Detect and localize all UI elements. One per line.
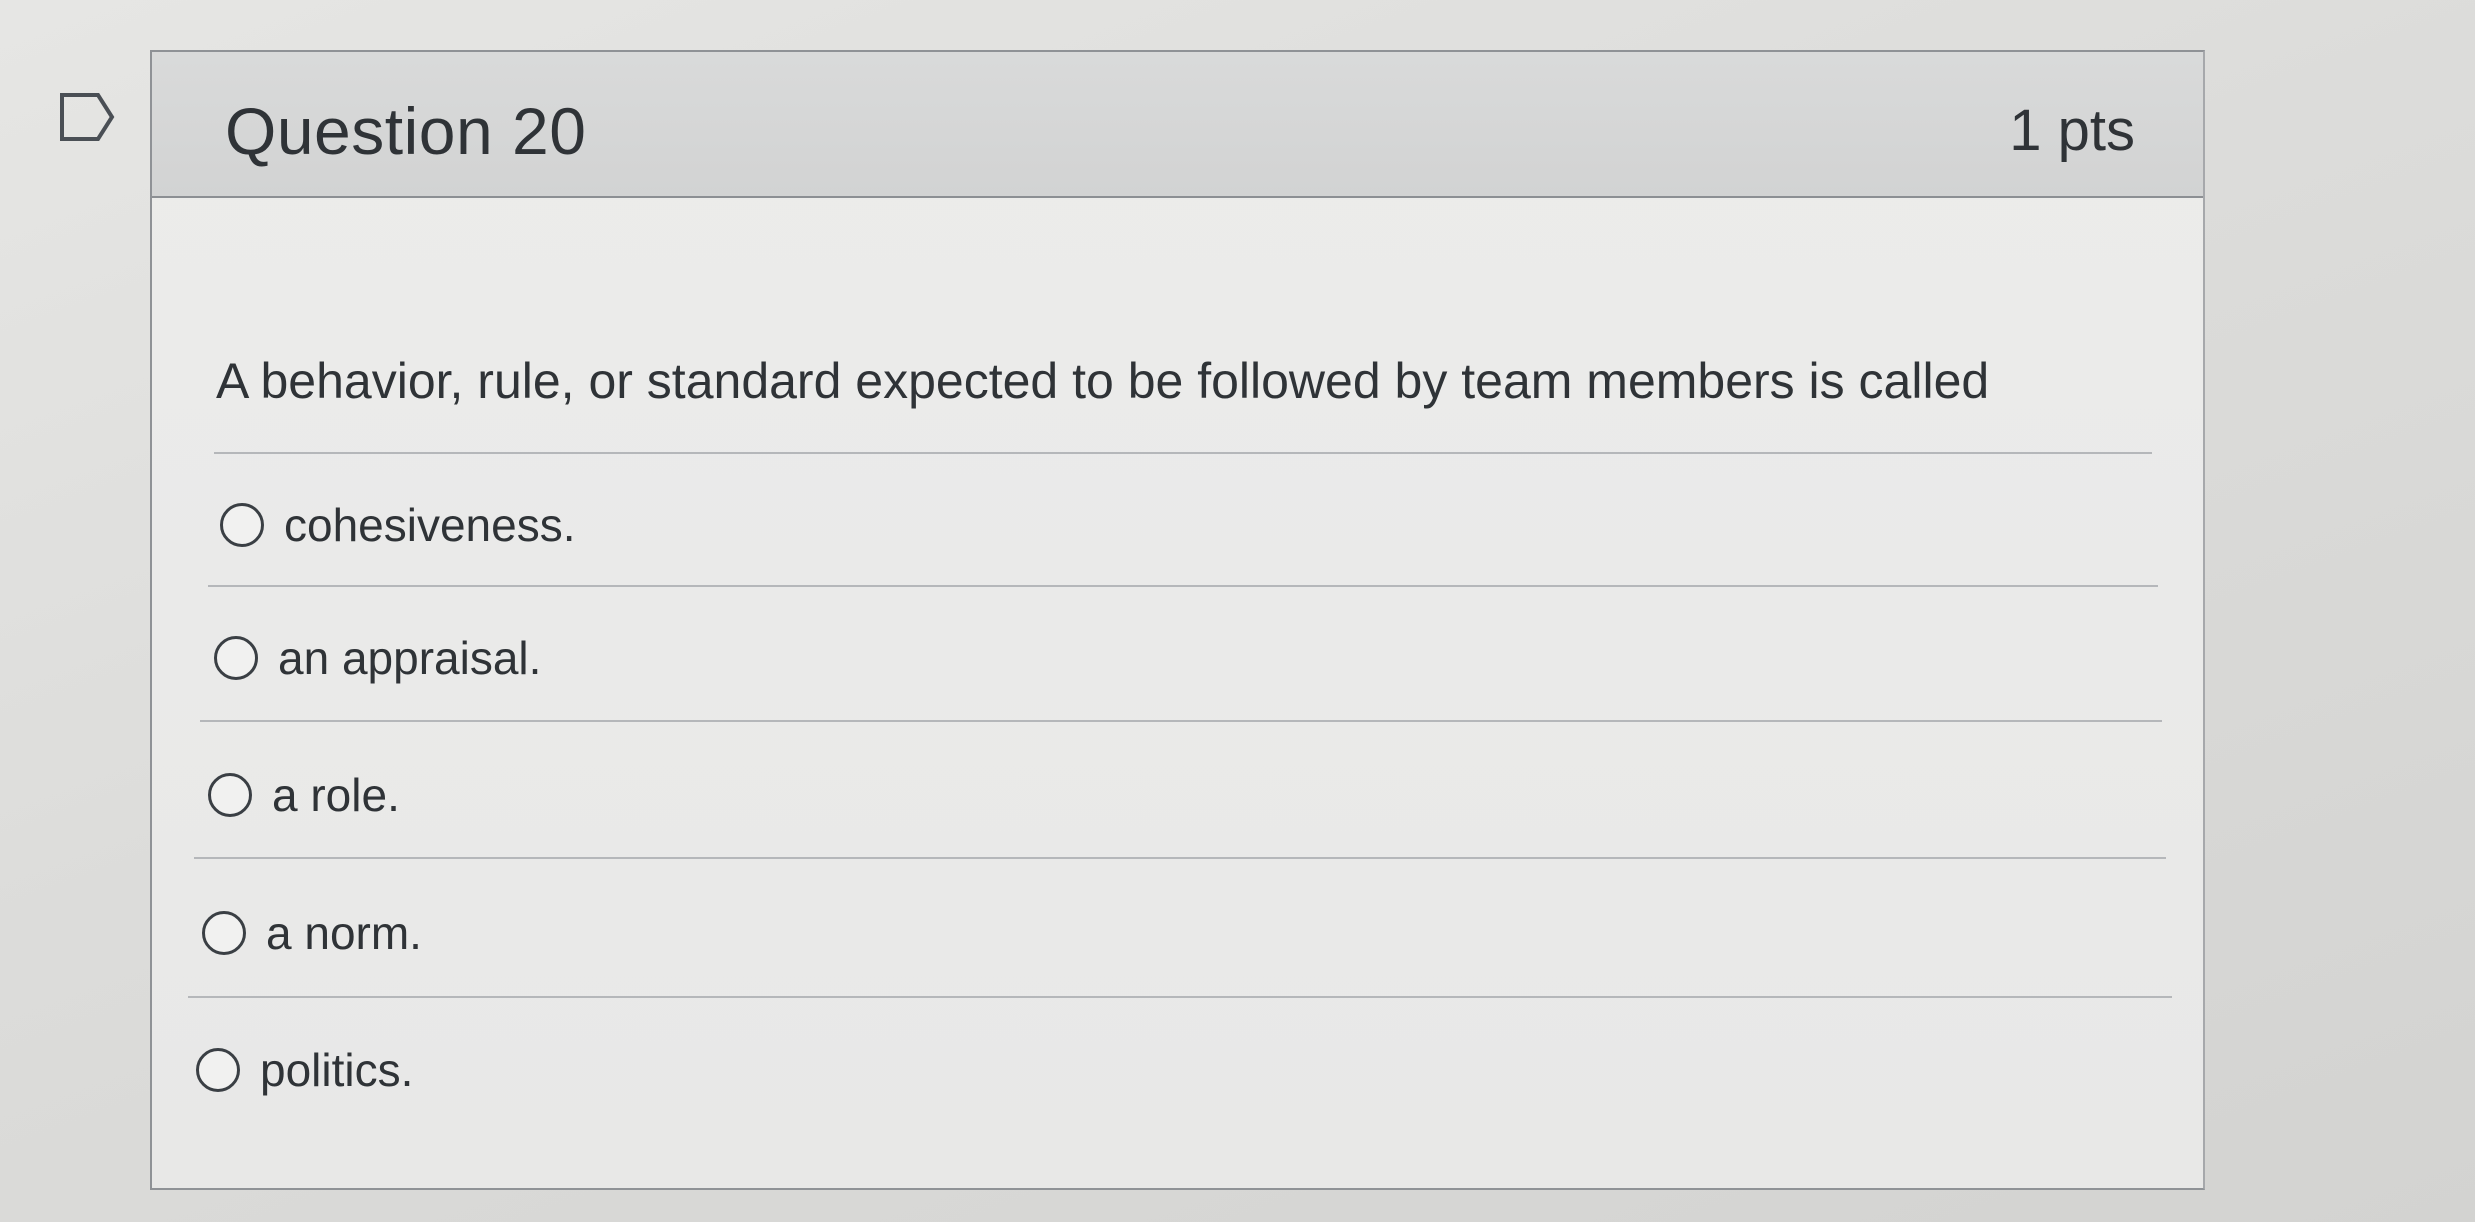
answer-label: an appraisal.	[278, 632, 542, 684]
divider	[208, 585, 2158, 587]
answer-option[interactable]: cohesiveness.	[220, 485, 576, 565]
divider	[200, 720, 2162, 722]
answer-label: a role.	[272, 769, 400, 821]
answer-option[interactable]: a norm.	[202, 893, 422, 973]
divider	[214, 452, 2152, 454]
answer-label: a norm.	[266, 907, 422, 959]
radio-button[interactable]	[220, 503, 264, 547]
question-header: Question 20 1 pts	[152, 52, 2203, 198]
question-text: A behavior, rule, or standard expected t…	[216, 353, 1990, 409]
answer-label: politics.	[260, 1044, 414, 1096]
radio-button[interactable]	[202, 911, 246, 955]
radio-button[interactable]	[214, 636, 258, 680]
question-card: Question 20 1 pts A behavior, rule, or s…	[150, 50, 2205, 1190]
divider	[194, 857, 2166, 859]
divider	[188, 996, 2172, 998]
question-points: 1 pts	[2009, 98, 2135, 163]
radio-button[interactable]	[208, 773, 252, 817]
flag-question-icon[interactable]	[58, 90, 116, 144]
answer-label: cohesiveness.	[284, 499, 576, 551]
answer-option[interactable]: an appraisal.	[214, 618, 541, 698]
radio-button[interactable]	[196, 1048, 240, 1092]
answer-option[interactable]: politics.	[196, 1030, 413, 1110]
answer-option[interactable]: a role.	[208, 755, 400, 835]
question-title: Question 20	[225, 94, 587, 168]
